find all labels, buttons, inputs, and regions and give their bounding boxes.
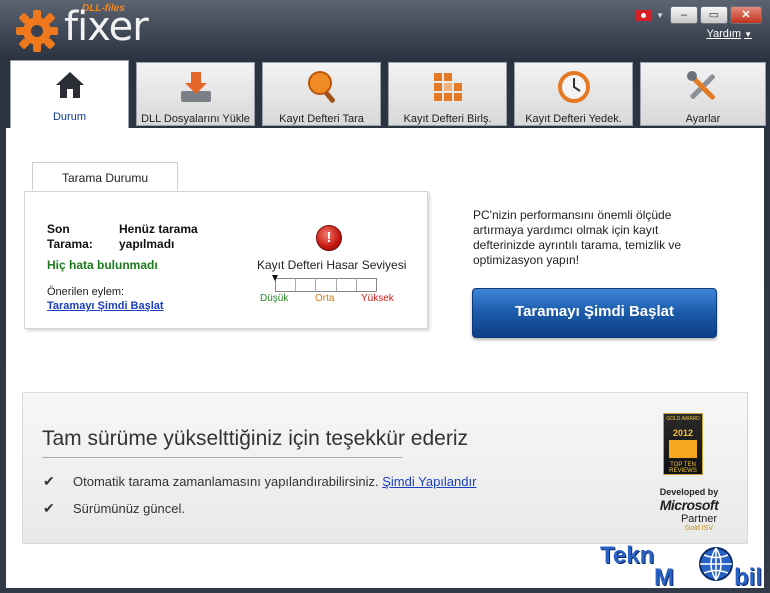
chevron-down-icon: ▼ bbox=[744, 30, 752, 39]
tab-settings[interactable]: Ayarlar bbox=[640, 62, 766, 126]
window-controls: ▼ ‒ ▭ ✕ bbox=[636, 6, 762, 24]
app-window: DLL-files fixer ▼ ‒ ▭ ✕ Yardım ▼ Durum DL… bbox=[0, 0, 770, 593]
feature-item: ✔ Sürümünüz güncel. bbox=[43, 500, 185, 517]
download-icon bbox=[178, 69, 214, 105]
tab-scan-status[interactable]: Tarama Durumu bbox=[32, 162, 178, 190]
help-menu[interactable]: Yardım ▼ bbox=[706, 28, 752, 40]
magnifier-icon bbox=[304, 69, 340, 105]
damage-mid-label: Orta bbox=[315, 293, 335, 304]
close-button[interactable]: ✕ bbox=[730, 6, 762, 24]
title-bar: DLL-files fixer ▼ ‒ ▭ ✕ Yardım ▼ bbox=[0, 0, 770, 58]
damage-meter bbox=[275, 278, 377, 292]
developed-by: Developed by bbox=[659, 487, 719, 497]
divider bbox=[42, 457, 402, 458]
checkmark-icon: ✔ bbox=[43, 473, 55, 489]
watermark-text: M bbox=[654, 564, 674, 591]
error-icon: ! bbox=[316, 225, 342, 251]
last-scan-value: yapılmadı bbox=[119, 237, 175, 251]
last-scan-value: Henüz tarama bbox=[119, 222, 198, 236]
maximize-button[interactable]: ▭ bbox=[700, 6, 728, 24]
tab-label: Ayarlar bbox=[685, 113, 721, 125]
tab-label: DLL Dosyalarını Yükle bbox=[141, 113, 250, 125]
tab-label: Kayıt Defteri Birlş. bbox=[403, 113, 492, 125]
start-scan-link[interactable]: Taramayı Şimdi Başlat bbox=[47, 300, 164, 312]
tab-label: Kayıt Defteri Tara bbox=[279, 113, 364, 125]
tab-label: Kayıt Defteri Yedek. bbox=[525, 113, 622, 125]
tab-label: Durum bbox=[52, 111, 86, 123]
language-flag-icon[interactable] bbox=[636, 9, 653, 21]
brand-name: fixer bbox=[64, 4, 149, 50]
award-badge: GOLD AWARD 2012 TOP TEN REVIEWS bbox=[663, 413, 703, 475]
award-gold-label: GOLD AWARD bbox=[666, 416, 700, 422]
tools-icon bbox=[685, 69, 721, 105]
last-scan-label: Tarama: bbox=[47, 237, 93, 251]
watermark-text: bil bbox=[734, 564, 762, 591]
tab-registry-defrag[interactable]: Kayıt Defteri Birlş. bbox=[388, 62, 507, 126]
chevron-down-icon[interactable]: ▼ bbox=[656, 11, 664, 20]
damage-low-label: Düşük bbox=[260, 293, 289, 304]
damage-level-title: Kayıt Defteri Hasar Seviyesi bbox=[257, 258, 407, 272]
partner-tier: Gold ISV bbox=[684, 525, 713, 532]
tab-registry-scan[interactable]: Kayıt Defteri Tara bbox=[262, 62, 381, 126]
minimize-button[interactable]: ‒ bbox=[670, 6, 698, 24]
checkmark-icon: ✔ bbox=[43, 500, 55, 516]
main-content: Tarama Durumu Son Tarama: Henüz tarama y… bbox=[6, 128, 764, 588]
watermark-text: Tekn bbox=[600, 542, 655, 569]
globe-icon bbox=[699, 547, 733, 581]
main-tabs: Durum DLL Dosyalarını Yükle Kayıt Defter… bbox=[10, 60, 766, 130]
clock-icon bbox=[556, 69, 592, 105]
award-reviews: TOP TEN REVIEWS bbox=[669, 462, 697, 474]
app-logo: DLL-files fixer bbox=[14, 3, 164, 54]
start-scan-button[interactable]: Taramayı Şimdi Başlat bbox=[472, 288, 717, 338]
scan-status-panel: Son Tarama: Henüz tarama yapılmadı Hiç h… bbox=[24, 191, 428, 329]
home-icon bbox=[52, 67, 88, 103]
award-year: 2012 bbox=[672, 428, 694, 438]
tab-dll-files[interactable]: DLL Dosyalarını Yükle bbox=[136, 62, 255, 126]
blocks-icon bbox=[430, 69, 466, 105]
last-scan-label: Son bbox=[47, 222, 70, 236]
microsoft-partner-badge: Developed by Microsoft Partner Gold ISV bbox=[639, 487, 739, 532]
damage-high-label: Yüksek bbox=[361, 293, 394, 304]
upgrade-panel: Tam sürüme yükselttiğiniz için teşekkür … bbox=[22, 392, 748, 544]
partner-label: Partner bbox=[680, 513, 718, 525]
configure-now-link[interactable]: Şimdi Yapılandır bbox=[382, 474, 476, 489]
watermark-logo: Tekn M bil bbox=[598, 540, 768, 592]
no-errors-text: Hiç hata bulunmadı bbox=[47, 258, 158, 272]
trophy-icon bbox=[669, 440, 697, 458]
feature-text: Otomatik tarama zamanlamasını yapılandır… bbox=[73, 474, 379, 489]
feature-item: ✔ Otomatik tarama zamanlamasını yapılandı… bbox=[43, 473, 476, 490]
tab-durum[interactable]: Durum bbox=[10, 60, 129, 130]
tab-registry-backup[interactable]: Kayıt Defteri Yedek. bbox=[514, 62, 633, 126]
partner-company: Microsoft bbox=[659, 497, 719, 513]
damage-pointer-icon bbox=[272, 275, 278, 281]
help-label[interactable]: Yardım bbox=[706, 28, 741, 40]
suggested-action-label: Önerilen eylem: bbox=[47, 286, 125, 298]
feature-text: Sürümünüz güncel. bbox=[73, 501, 186, 516]
info-text: PC'nizin performansını önemli ölçüde art… bbox=[473, 208, 682, 267]
upgrade-title: Tam sürüme yükselttiğiniz için teşekkür … bbox=[42, 427, 468, 450]
gear-logo-icon bbox=[16, 10, 58, 52]
